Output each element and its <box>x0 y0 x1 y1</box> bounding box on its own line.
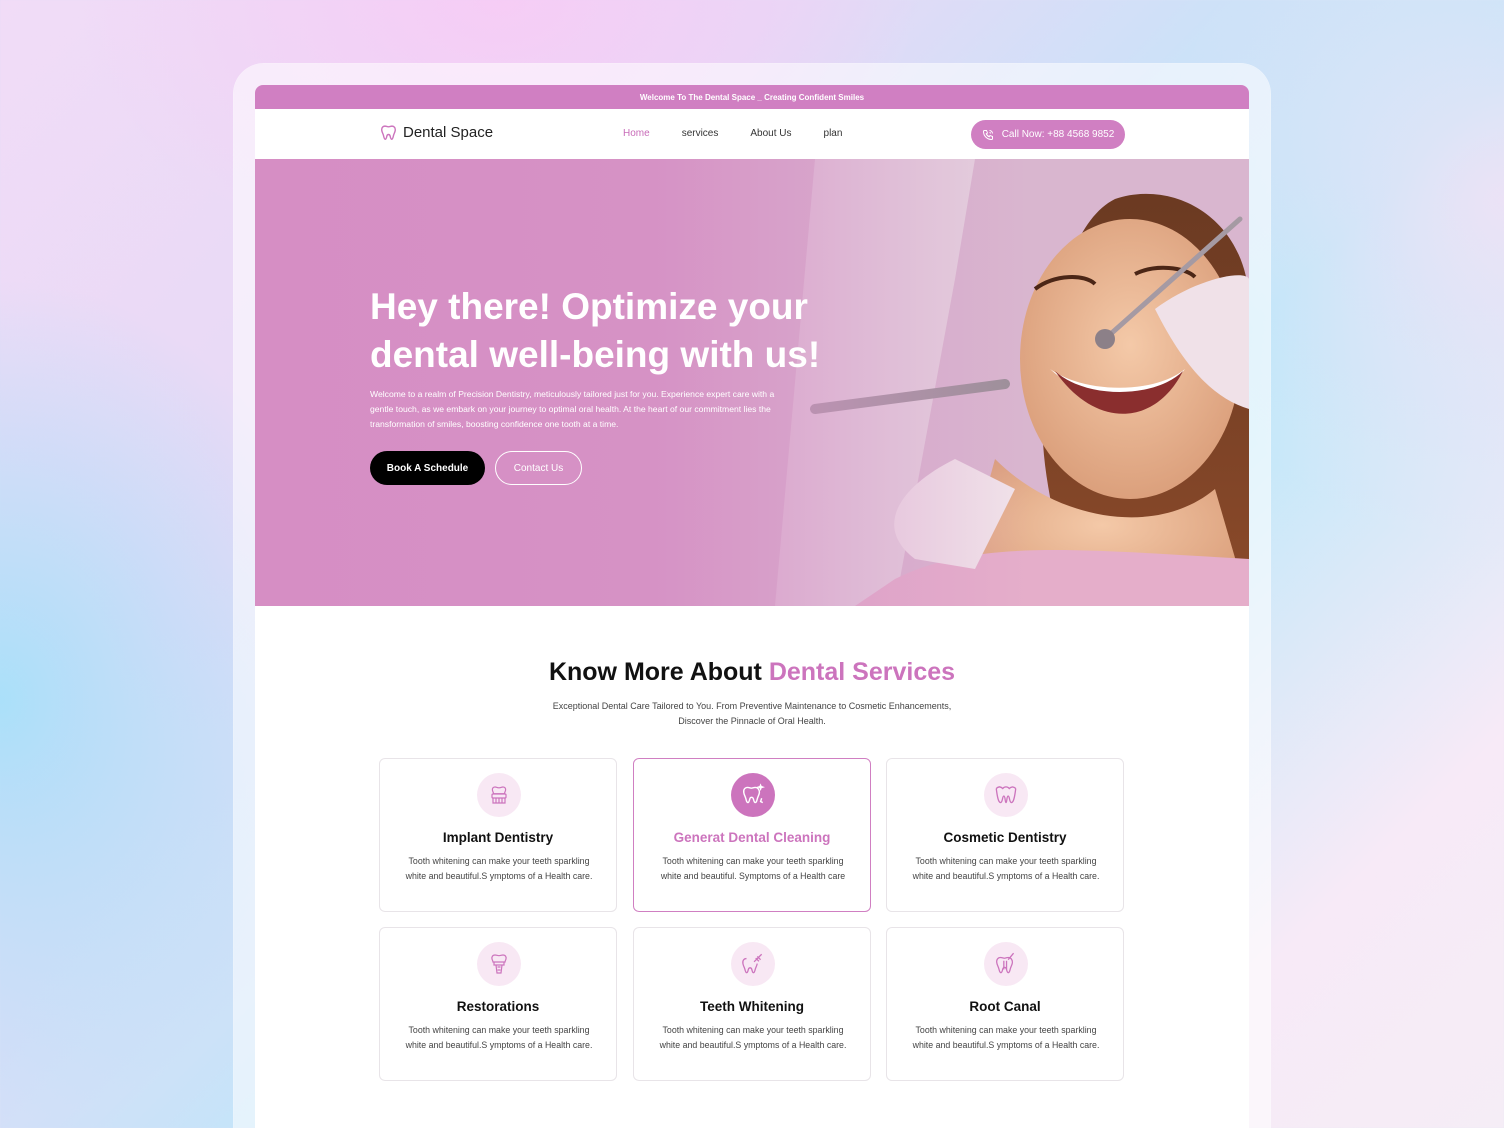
navbar: Dental Space Home services About Us plan… <box>255 109 1249 159</box>
tooth-icon <box>381 125 396 140</box>
service-card-whitening[interactable]: Teeth Whitening Tooth whitening can make… <box>633 927 871 1081</box>
service-card-text: Tooth whitening can make your teeth spar… <box>405 1025 593 1050</box>
call-now-label: Call Now: +88 4568 9852 <box>1001 129 1115 140</box>
contact-us-button[interactable]: Contact Us <box>495 451 582 485</box>
crown-icon <box>477 942 521 986</box>
service-card-restorations[interactable]: Restorations Tooth whitening can make yo… <box>379 927 617 1081</box>
service-card-text: Tooth whitening can make your teeth spar… <box>912 856 1100 881</box>
service-card-cosmetic[interactable]: Cosmetic Dentistry Tooth whitening can m… <box>886 758 1124 912</box>
service-card-root-canal[interactable]: Root Canal Tooth whitening can make your… <box>886 927 1124 1081</box>
service-card-title: Restorations <box>456 999 540 1014</box>
whitening-brush-icon <box>731 942 775 986</box>
service-card-implant[interactable]: Implant Dentistry Tooth whitening can ma… <box>379 758 617 912</box>
services-title-accent: Dental Services <box>768 658 956 686</box>
services-title-plain: Know More About <box>548 658 769 686</box>
service-card-title: Teeth Whitening <box>700 999 804 1014</box>
service-card-text: Tooth whitening can make your teeth spar… <box>659 1025 847 1050</box>
announcement-bar: Welcome To The Dental Space _ Creating C… <box>255 85 1249 109</box>
call-now-button[interactable]: Call Now: +88 4568 9852 <box>971 120 1125 149</box>
website-page: Welcome To The Dental Space _ Creating C… <box>255 85 1249 1128</box>
nav-menu: Home services About Us plan <box>623 128 842 139</box>
hero-section: Hey there! Optimize your dental well-bei… <box>255 159 1249 606</box>
service-card-title: Cosmetic Dentistry <box>943 830 1067 845</box>
hero-gradient-overlay <box>255 159 1249 606</box>
tooth-cleaning-icon <box>731 773 775 817</box>
service-card-title: Root Canal <box>969 999 1041 1014</box>
service-card-title: Implant Dentistry <box>442 830 554 845</box>
nav-plan[interactable]: plan <box>824 128 843 139</box>
root-canal-icon <box>984 942 1028 986</box>
book-schedule-button[interactable]: Book A Schedule <box>370 451 485 485</box>
service-card-title: Generat Dental Cleaning <box>673 830 831 845</box>
gum-teeth-icon <box>984 773 1028 817</box>
service-card-text: Tooth whitening can make your teeth spar… <box>660 856 846 881</box>
service-card-text: Tooth whitening can make your teeth spar… <box>912 1025 1100 1050</box>
announcement-text: Welcome To The Dental Space _ Creating C… <box>639 92 865 102</box>
implant-icon <box>477 773 521 817</box>
nav-services[interactable]: services <box>682 128 719 139</box>
services-description: Exceptional Dental Care Tailored to You.… <box>552 701 952 726</box>
service-card-text: Tooth whitening can make your teeth spar… <box>405 856 593 881</box>
hero-title: Hey there! Optimize your dental well-bei… <box>370 286 821 375</box>
nav-home[interactable]: Home <box>623 128 650 139</box>
hero-description: Welcome to a realm of Precision Dentistr… <box>370 389 775 429</box>
brand-name: Dental Space <box>403 124 494 141</box>
services-title: Know More About Dental Services <box>255 658 1249 687</box>
service-card-cleaning[interactable]: Generat Dental Cleaning Tooth whitening … <box>633 758 871 912</box>
phone-icon <box>982 129 993 140</box>
nav-about-us[interactable]: About Us <box>750 128 791 139</box>
logo[interactable]: Dental Space <box>380 124 493 141</box>
